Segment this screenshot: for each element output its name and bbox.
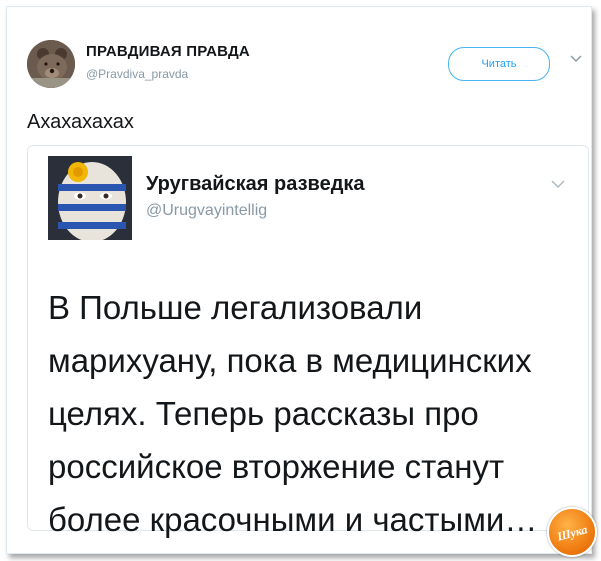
quoted-text-line: марихуану, пока в медицинских	[48, 342, 532, 379]
chevron-down-icon[interactable]	[551, 180, 565, 189]
author-avatar[interactable]	[27, 40, 75, 88]
svg-text:Шука: Шука	[555, 522, 589, 544]
author-handle[interactable]: @Pravdiva_pravda	[86, 67, 188, 81]
chevron-down-icon[interactable]	[570, 55, 582, 63]
tweet-text: Ахахахахах	[27, 111, 134, 133]
quoted-author-avatar[interactable]	[48, 156, 132, 240]
quoted-author-handle[interactable]: @Urugvayintellig	[146, 202, 267, 220]
watermark-logo-icon: Шука	[555, 522, 589, 544]
quoted-tweet-text: В Польше легализовали марихуану, пока в …	[48, 281, 573, 546]
uruguay-flag-face-icon	[48, 156, 132, 240]
watermark-logo: Шука	[547, 507, 597, 557]
author-name[interactable]: ПРАВДИВАЯ ПРАВДА	[86, 43, 250, 60]
quoted-text-line: целях. Теперь рассказы про	[48, 395, 479, 432]
quoted-tweet[interactable]: Уругвайская разведка @Urugvayintellig В …	[27, 145, 589, 538]
quoted-text-line: более красочными и частыми…	[48, 501, 538, 538]
follow-button[interactable]: Читать	[448, 47, 550, 81]
quoted-author-name[interactable]: Уругвайская разведка	[146, 173, 365, 196]
quoted-text-line: В Польше легализовали	[48, 289, 423, 326]
bear-avatar-icon	[27, 40, 75, 88]
quoted-text-line: российское вторжение станут	[48, 448, 505, 485]
tweet-card: ПРАВДИВАЯ ПРАВДА @Pravdiva_pravda Читать…	[6, 6, 597, 557]
